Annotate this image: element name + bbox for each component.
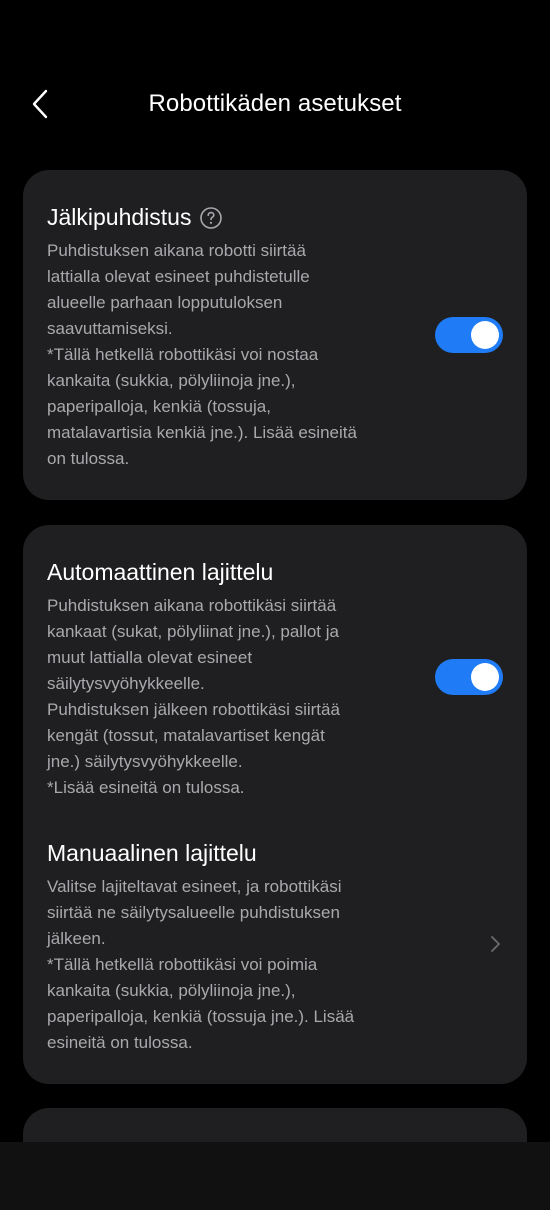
- auto-sorting-toggle[interactable]: [435, 659, 503, 695]
- setting-description: Puhdistuksen aikana robotti siirtää latt…: [47, 241, 357, 468]
- setting-title-wrapper: Jälkipuhdistus: [47, 204, 223, 231]
- system-navigation-bar: [0, 1142, 550, 1210]
- setting-title: Manuaalinen lajittelu: [47, 840, 257, 866]
- page-title: Robottikäden asetukset: [148, 90, 402, 117]
- setting-description: Puhdistuksen aikana robottikäsi siirtää …: [47, 596, 340, 797]
- toggle-knob: [471, 663, 499, 691]
- setting-row-auto-sorting: Automaattinen lajittelu Puhdistuksen aik…: [23, 525, 527, 810]
- setting-title: Automaattinen lajittelu: [47, 559, 274, 585]
- toggle-knob: [471, 321, 499, 349]
- settings-card-sorting: Automaattinen lajittelu Puhdistuksen aik…: [23, 525, 527, 1084]
- setting-row-post-cleaning: Jälkipuhdistus Puhdistuksen aikana robot…: [23, 170, 527, 500]
- setting-title: Jälkipuhdistus: [47, 204, 192, 230]
- setting-row-manual-sorting[interactable]: Manuaalinen lajittelu Valitse lajiteltav…: [23, 810, 527, 1084]
- question-circle-icon[interactable]: [199, 206, 223, 230]
- chevron-right-icon: [485, 932, 505, 956]
- post-cleaning-toggle[interactable]: [435, 317, 503, 353]
- top-app-bar: Robottikäden asetukset: [0, 72, 550, 136]
- settings-card-post-cleaning: Jälkipuhdistus Puhdistuksen aikana robot…: [23, 170, 527, 500]
- setting-description: Valitse lajiteltavat esineet, ja robotti…: [47, 877, 355, 1052]
